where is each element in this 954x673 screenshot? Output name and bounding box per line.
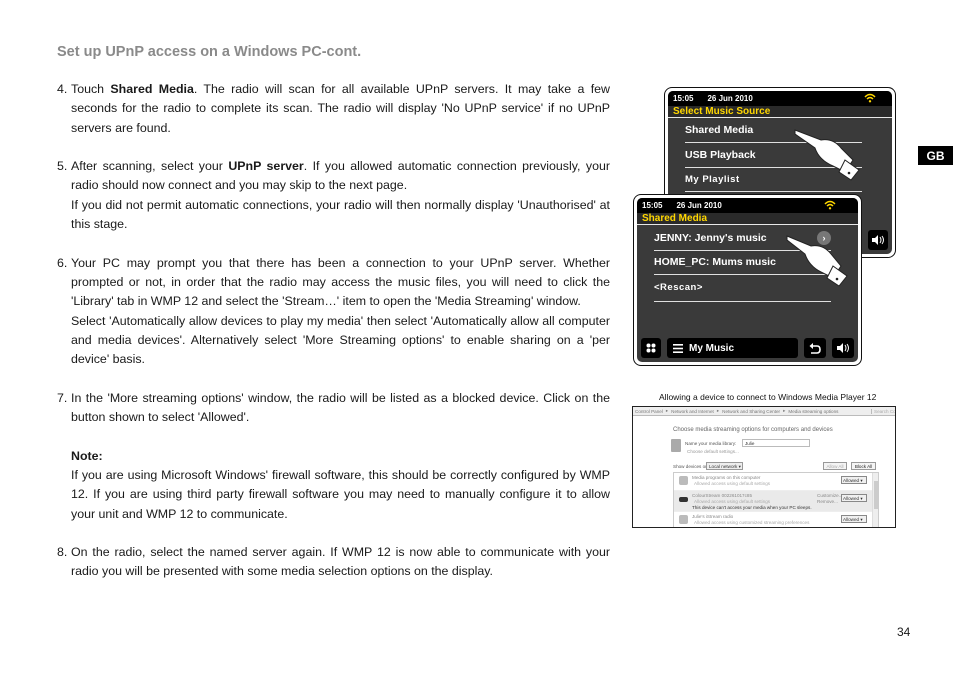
library-icon: [671, 439, 681, 452]
pointing-hand-icon: [794, 129, 860, 181]
back-button[interactable]: [804, 338, 826, 358]
language-badge: GB: [918, 146, 953, 165]
wmp-caption: Allowing a device to connect to Windows …: [659, 392, 877, 402]
step-number: 8.: [57, 545, 68, 560]
select-value: Local network: [709, 464, 738, 469]
speaker-icon: [872, 235, 884, 245]
scrollbar[interactable]: [872, 473, 878, 527]
page-number: 34: [897, 625, 911, 639]
device-row: ColourStream 002261017c85 Allowed access…: [674, 491, 878, 512]
device-list: Media programs on this computer Allowed …: [673, 472, 879, 527]
breadcrumb-item[interactable]: Control Panel: [635, 409, 663, 414]
step-number: 5.: [57, 159, 68, 174]
device-row: Julie's iStream radio Allowed access usi…: [674, 512, 878, 527]
device-row: Media programs on this computer Allowed …: [674, 473, 878, 491]
wmp-streaming-options-window: Control Panel ▸ Network and Internet ▸ Net…: [632, 406, 896, 528]
device-options: Customize... Remove...: [817, 493, 843, 505]
step-extra: If you did not permit automatic connecti…: [71, 197, 610, 232]
device-status-dropdown[interactable]: Allowed ▾: [841, 476, 867, 484]
step-text: Your PC may prompt you that there has be…: [71, 255, 610, 309]
device-name: Media programs on this computer: [692, 475, 761, 480]
grid-icon: [646, 343, 656, 353]
speaker-icon: [837, 343, 849, 353]
step-text: On the radio, select the named server ag…: [71, 545, 610, 579]
address-bar: Control Panel ▸ Network and Internet ▸ Net…: [633, 407, 895, 416]
breadcrumb-item[interactable]: Network and Sharing Center: [722, 409, 780, 414]
step-text: In the 'More streaming options' window, …: [71, 390, 610, 425]
device-name: ColourStream 002261017c85: [692, 493, 753, 498]
remove-link[interactable]: Remove...: [817, 499, 843, 505]
wmp-heading: Choose media streaming options for compu…: [673, 427, 833, 433]
step-number: 4.: [57, 82, 68, 96]
step-8: 8. On the radio, select the named server…: [57, 543, 610, 582]
allow-all-button[interactable]: Allow All: [823, 462, 847, 470]
block-all-button[interactable]: Block All: [851, 462, 876, 470]
show-devices-label: Show devices on:: [673, 464, 710, 469]
step-number: 6.: [57, 255, 68, 270]
status-bar: 15:05 26 Jun 2010: [637, 198, 858, 213]
date: 26 Jun 2010: [707, 94, 753, 103]
screen-title: Select Music Source: [668, 106, 892, 118]
step-highlight: Shared Media: [110, 82, 194, 96]
default-settings-link[interactable]: Choose default settings...: [687, 449, 739, 454]
device-name: Julie's iStream radio: [692, 514, 734, 519]
step-text: After scanning, select your: [71, 159, 229, 174]
note-text: If you are using Microsoft Windows' fire…: [71, 467, 610, 521]
library-name-input[interactable]: Julie: [742, 439, 810, 447]
pointing-hand-icon: [786, 235, 848, 287]
menu-label: My Music: [689, 342, 735, 354]
breadcrumb-item[interactable]: Network and Internet: [671, 409, 714, 414]
back-arrow-icon: [809, 342, 821, 354]
step-extra: Select 'Automatically allow devices to p…: [71, 313, 610, 367]
volume-button[interactable]: [832, 338, 854, 358]
search-box[interactable]: Search Con: [871, 408, 895, 414]
device-warning: This device can't access your media when…: [692, 505, 812, 510]
step-5: 5. After scanning, select your UPnP serv…: [57, 157, 610, 234]
clock: 15:05: [642, 201, 663, 210]
server-name: JENNY: Jenny's music: [654, 232, 767, 244]
home-button[interactable]: [641, 338, 661, 358]
instructions: 4. Touch Shared Media. The radio will sc…: [57, 80, 610, 582]
menu-icon: [673, 343, 683, 353]
wifi-icon: [824, 200, 836, 210]
library-name-label: Name your media library:: [685, 441, 737, 446]
radio-screen-shared-media: 15:05 26 Jun 2010 Shared Media JENNY: Je…: [633, 194, 862, 366]
radio-icon: [679, 515, 688, 524]
menu-button[interactable]: My Music: [667, 338, 798, 358]
device-desc: Allowed access using default settings: [694, 499, 771, 504]
radio-device-icon: [679, 497, 688, 502]
device-status-dropdown[interactable]: Allowed ▾: [841, 515, 867, 523]
screen-title: Shared Media: [637, 213, 858, 225]
media-player-icon: [679, 476, 688, 485]
step-4: 4. Touch Shared Media. The radio will sc…: [57, 80, 610, 138]
show-devices-select[interactable]: Local network ▾: [706, 462, 743, 470]
device-status-dropdown[interactable]: Allowed ▾: [841, 494, 867, 502]
wifi-icon: [864, 93, 876, 103]
device-desc: Allowed access using default settings: [694, 481, 771, 486]
status-bar: 15:05 26 Jun 2010: [668, 91, 892, 106]
date: 26 Jun 2010: [676, 201, 722, 210]
note-label: Note:: [71, 448, 103, 463]
bottom-bar: My Music: [641, 338, 854, 358]
step-6: 6. Your PC may prompt you that there has…: [57, 254, 610, 370]
step-text: Touch: [71, 82, 111, 96]
step-number: 7.: [57, 390, 68, 405]
clock: 15:05: [673, 94, 694, 103]
step-7: 7. In the 'More streaming options' windo…: [57, 389, 610, 524]
device-desc: Allowed access using customized streamin…: [694, 520, 810, 525]
page-title: Set up UPnP access on a Windows PC-cont.: [57, 44, 362, 60]
step-highlight: UPnP server: [228, 159, 304, 174]
scrollbar-thumb[interactable]: [874, 481, 878, 509]
radio-display: 15:05 26 Jun 2010 Shared Media JENNY: Je…: [637, 198, 858, 362]
breadcrumb-item[interactable]: Media streaming options: [788, 409, 838, 414]
volume-button[interactable]: [868, 230, 888, 250]
